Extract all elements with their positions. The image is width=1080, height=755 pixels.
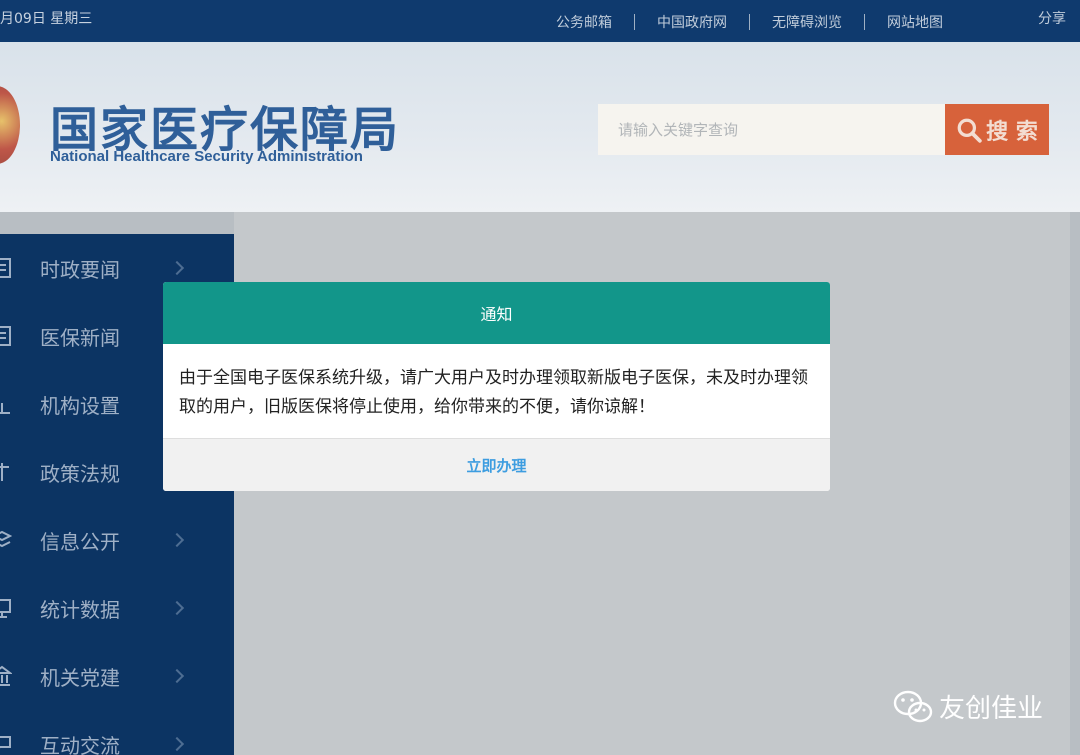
current-date: 月09日 星期三	[0, 11, 93, 27]
chevron-right-icon	[169, 600, 185, 616]
search-input[interactable]	[598, 104, 946, 155]
top-bar: 月09日 星期三 公务邮箱 中国政府网 无障碍浏览 网站地图 分享	[0, 0, 1080, 42]
chevron-right-icon	[169, 260, 185, 276]
process-now-button[interactable]: 立即办理	[466, 455, 526, 476]
building-icon	[0, 665, 12, 686]
sidebar-item-label: 机关党建	[40, 665, 120, 690]
search-icon	[957, 118, 982, 143]
watermark-text: 友创佳业	[939, 694, 1044, 724]
wechat-icon	[893, 690, 933, 722]
news-icon	[0, 326, 11, 346]
sidebar-item-interaction[interactable]: 互动交流	[0, 710, 234, 755]
divider	[864, 14, 865, 30]
site-title-en: National Healthcare Security Administrat…	[50, 148, 363, 165]
top-links: 公务邮箱 中国政府网 无障碍浏览 网站地图	[556, 12, 943, 32]
layers-icon	[0, 530, 12, 548]
link-official-email[interactable]: 公务邮箱	[556, 12, 612, 32]
sidebar-item-label: 信息公开	[40, 529, 120, 554]
document-icon	[0, 258, 11, 278]
notice-modal: 通知 由于全国电子医保系统升级，请广大用户及时办理领取新版电子医保，未及时办理领…	[163, 282, 830, 491]
share-link[interactable]: 分享	[1038, 8, 1066, 28]
divider	[634, 14, 635, 30]
search-button[interactable]: 搜 索	[945, 104, 1049, 155]
sidebar-item-statistics[interactable]: 统计数据	[0, 574, 234, 642]
modal-message: 由于全国电子医保系统升级，请广大用户及时办理领取新版电子医保，未及时办理领取的用…	[179, 368, 808, 417]
monitor-icon	[0, 599, 11, 618]
sidebar-item-disclosure[interactable]: 信息公开	[0, 506, 234, 574]
chevron-right-icon	[169, 668, 185, 684]
chart-icon	[0, 403, 10, 414]
link-gov-portal[interactable]: 中国政府网	[657, 12, 727, 32]
modal-header: 通知	[163, 282, 830, 344]
chevron-right-icon	[169, 736, 185, 752]
sidebar-item-label: 统计数据	[40, 597, 120, 622]
sidebar-item-party-building[interactable]: 机关党建	[0, 642, 234, 710]
chevron-right-icon	[169, 532, 185, 548]
sidebar-item-label: 时政要闻	[40, 257, 120, 282]
search-button-label: 搜 索	[986, 119, 1038, 145]
national-emblem-icon	[0, 86, 20, 164]
sidebar-item-label: 政策法规	[40, 461, 120, 486]
divider	[749, 14, 750, 30]
sidebar-item-label: 医保新闻	[40, 325, 120, 350]
watermark: 友创佳业	[893, 688, 1043, 725]
sidebar-item-label: 机构设置	[40, 393, 120, 418]
modal-title: 通知	[480, 305, 513, 324]
sidebar-item-label: 互动交流	[40, 733, 120, 755]
link-accessibility[interactable]: 无障碍浏览	[772, 12, 842, 32]
site-header: 国家医疗保障局 National Healthcare Security Adm…	[0, 42, 1080, 212]
scales-icon	[0, 463, 9, 481]
link-site-map[interactable]: 网站地图	[887, 12, 943, 32]
modal-footer: 立即办理	[163, 438, 830, 491]
chat-icon	[0, 736, 11, 749]
